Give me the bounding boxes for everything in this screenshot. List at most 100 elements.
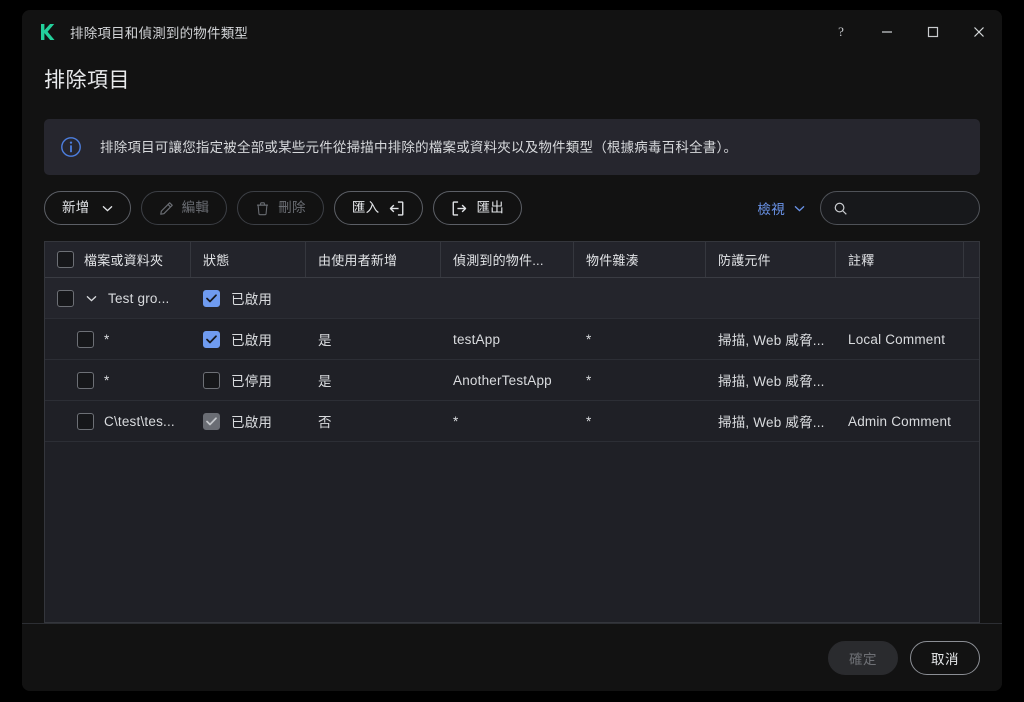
- cell-comment: [836, 278, 964, 318]
- import-button[interactable]: 匯入: [334, 191, 424, 225]
- cell-object-hash: *: [574, 319, 706, 359]
- file-or-folder-value: *: [104, 332, 109, 347]
- edit-button[interactable]: 編輯: [141, 191, 228, 225]
- export-button[interactable]: 匯出: [433, 191, 522, 225]
- delete-button-label: 刪除: [278, 201, 306, 215]
- status-checkbox: [203, 413, 220, 430]
- file-or-folder-value: *: [104, 373, 109, 388]
- status-checkbox[interactable]: [203, 331, 220, 348]
- column-header-label: 偵測到的物件...: [453, 250, 544, 269]
- cell-protection-components: [706, 278, 836, 318]
- search-box[interactable]: [820, 191, 980, 225]
- status-label: 已停用: [231, 370, 272, 390]
- column-header-status[interactable]: 狀態: [191, 242, 306, 277]
- column-header-detected-object[interactable]: 偵測到的物件...: [441, 242, 574, 277]
- column-header-label: 防護元件: [718, 250, 771, 269]
- svg-text:?: ?: [838, 24, 844, 39]
- chevron-down-icon: [102, 205, 113, 212]
- cell-added-by-user: 否: [306, 401, 441, 441]
- cell-file-or-folder: *: [45, 319, 191, 359]
- cell-object-hash: [574, 278, 706, 318]
- cell-comment: Local Comment: [836, 319, 964, 359]
- edit-button-label: 編輯: [182, 201, 210, 215]
- close-icon[interactable]: [956, 10, 1002, 54]
- minimize-icon[interactable]: [864, 10, 910, 54]
- table-row[interactable]: * 已啟用 是 testApp * 掃描, Web 威脅... Local Co…: [45, 319, 979, 360]
- cell-status: 已啟用: [191, 278, 306, 318]
- cell-spacer: [964, 319, 979, 359]
- cell-object-hash: *: [574, 401, 706, 441]
- group-name: Test gro...: [108, 291, 169, 306]
- cell-spacer: [964, 278, 979, 318]
- chevron-down-icon: [794, 205, 805, 212]
- row-select-checkbox[interactable]: [77, 331, 94, 348]
- export-arrow-icon: [451, 200, 468, 217]
- exclusions-table: 檔案或資料夾 狀態 由使用者新增 偵測到的物件... 物件雜湊 防護元件: [44, 241, 980, 623]
- cell-file-or-folder: Test gro...: [45, 278, 191, 318]
- screen: 排除項目和偵測到的物件類型 ? 排除項目: [0, 0, 1024, 702]
- column-header-label: 檔案或資料夾: [84, 250, 163, 269]
- file-or-folder-value: C\test\tes...: [104, 414, 175, 429]
- column-header-label: 狀態: [203, 250, 229, 269]
- maximize-icon[interactable]: [910, 10, 956, 54]
- status-label: 已啟用: [231, 288, 272, 308]
- status-label: 已啟用: [231, 411, 272, 431]
- column-header-label: 註釋: [848, 250, 874, 269]
- column-header-label: 物件雜湊: [586, 250, 639, 269]
- cell-spacer: [964, 360, 979, 400]
- info-banner: 排除項目可讓您指定被全部或某些元件從掃描中排除的檔案或資料夾以及物件類型（根據病…: [44, 119, 980, 175]
- table-body: Test gro... 已啟用: [45, 278, 979, 622]
- trash-icon: [255, 201, 270, 216]
- table-row[interactable]: Test gro... 已啟用: [45, 278, 979, 319]
- column-header-comment[interactable]: 註釋: [836, 242, 964, 277]
- cell-file-or-folder: *: [45, 360, 191, 400]
- cell-comment: [836, 360, 964, 400]
- view-dropdown[interactable]: 檢視: [757, 198, 805, 218]
- select-all-checkbox[interactable]: [57, 251, 74, 268]
- cell-file-or-folder: C\test\tes...: [45, 401, 191, 441]
- cell-added-by-user: 是: [306, 360, 441, 400]
- cell-object-hash: *: [574, 360, 706, 400]
- search-icon: [833, 201, 848, 216]
- status-checkbox[interactable]: [203, 372, 220, 389]
- cell-detected-object: AnotherTestApp: [441, 360, 574, 400]
- cell-comment: Admin Comment: [836, 401, 964, 441]
- info-circle-icon: [60, 136, 82, 158]
- cell-status: 已停用: [191, 360, 306, 400]
- dialog-footer: 確定 取消: [22, 623, 1002, 691]
- cell-protection-components: 掃描, Web 威脅...: [706, 319, 836, 359]
- chevron-down-icon[interactable]: [82, 289, 100, 307]
- toolbar: 新增 編輯: [44, 191, 980, 225]
- cell-added-by-user: [306, 278, 441, 318]
- add-button-label: 新增: [62, 201, 90, 215]
- kaspersky-k-logo-icon: [34, 19, 60, 45]
- column-header-added-by-user[interactable]: 由使用者新增: [306, 242, 441, 277]
- cell-status: 已啟用: [191, 319, 306, 359]
- delete-button[interactable]: 刪除: [237, 191, 324, 225]
- column-header-file-or-folder[interactable]: 檔案或資料夾: [45, 242, 191, 277]
- add-button[interactable]: 新增: [44, 191, 131, 225]
- table-row[interactable]: C\test\tes... 已啟用 否 * * 掃描, Web 威脅... Ad…: [45, 401, 979, 442]
- row-select-checkbox[interactable]: [77, 372, 94, 389]
- import-arrow-icon: [388, 200, 405, 217]
- column-header-object-hash[interactable]: 物件雜湊: [574, 242, 706, 277]
- export-button-label: 匯出: [476, 201, 504, 215]
- cell-protection-components: 掃描, Web 威脅...: [706, 360, 836, 400]
- window-controls: ?: [818, 10, 1002, 54]
- help-icon[interactable]: ?: [818, 10, 864, 54]
- table-row[interactable]: * 已停用 是 AnotherTestApp * 掃描, Web 威脅...: [45, 360, 979, 401]
- cell-detected-object: [441, 278, 574, 318]
- search-input[interactable]: [856, 201, 967, 216]
- column-header-protection-components[interactable]: 防護元件: [706, 242, 836, 277]
- status-checkbox[interactable]: [203, 290, 220, 307]
- row-select-checkbox[interactable]: [77, 413, 94, 430]
- table-header-row: 檔案或資料夾 狀態 由使用者新增 偵測到的物件... 物件雜湊 防護元件: [45, 242, 979, 278]
- ok-button[interactable]: 確定: [828, 641, 898, 675]
- cell-detected-object: *: [441, 401, 574, 441]
- page-title: 排除項目: [22, 54, 1002, 94]
- row-select-checkbox[interactable]: [57, 290, 74, 307]
- info-banner-text: 排除項目可讓您指定被全部或某些元件從掃描中排除的檔案或資料夾以及物件類型（根據病…: [100, 138, 737, 157]
- cancel-button[interactable]: 取消: [910, 641, 980, 675]
- pencil-icon: [159, 201, 174, 216]
- cell-protection-components: 掃描, Web 威脅...: [706, 401, 836, 441]
